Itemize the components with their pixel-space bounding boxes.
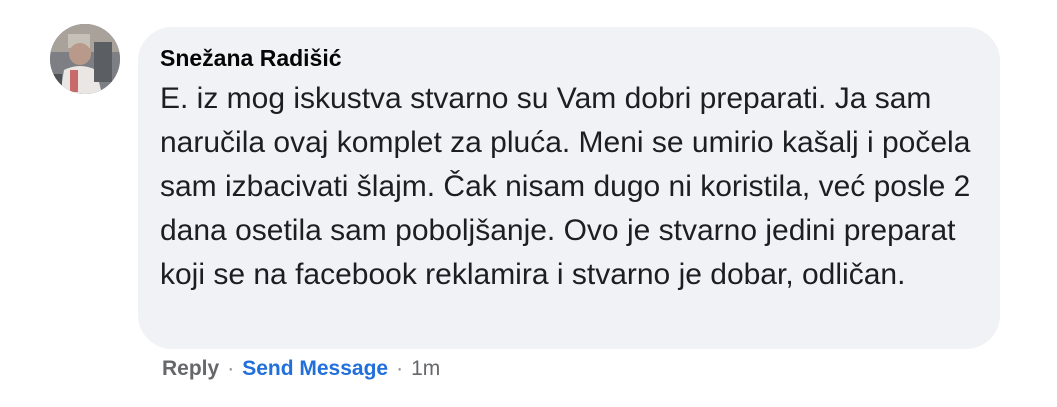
comment-bubble: Snežana Radišić E. iz mog iskustva stvar… [138,27,1000,349]
separator-dot: · [396,357,404,380]
comment-author[interactable]: Snežana Radišić [160,43,976,73]
send-message-button[interactable]: Send Message [242,357,388,380]
reply-button[interactable]: Reply [162,357,219,380]
comment-text: E. iz mog iskustva stvarno su Vam dobri … [160,82,971,291]
separator-dot: · [227,357,235,380]
comment-actions: Reply · Send Message · 1m [162,356,440,382]
comment-timestamp[interactable]: 1m [411,357,440,380]
avatar[interactable] [50,24,120,94]
comment: Snežana Radišić E. iz mog iskustva stvar… [0,0,1057,407]
avatar-photo [50,24,120,94]
